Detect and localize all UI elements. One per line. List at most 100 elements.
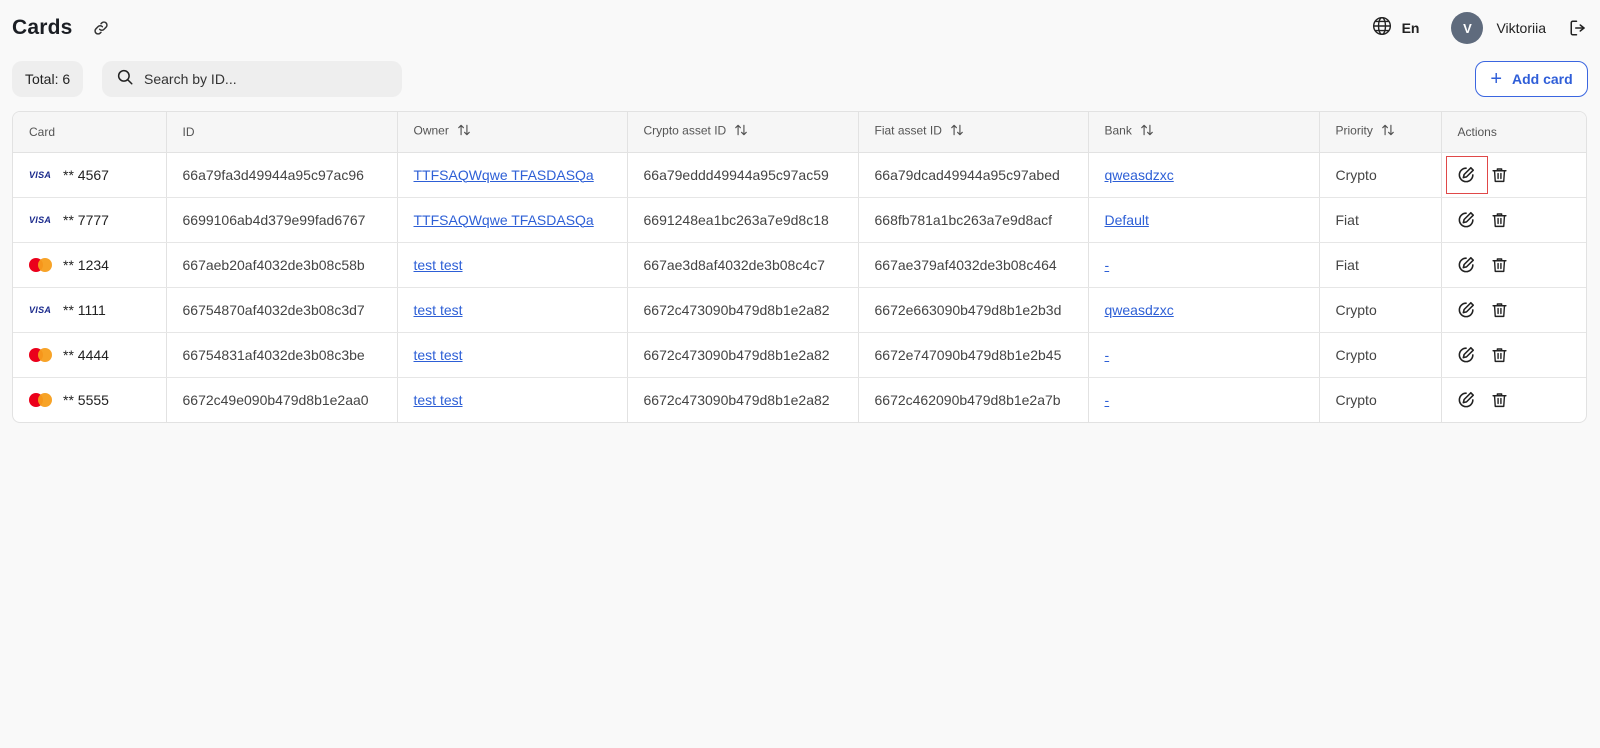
owner-link[interactable]: test test: [414, 347, 463, 363]
plus-icon: +: [1490, 68, 1502, 90]
actions-cell: [1441, 242, 1586, 288]
actions-cell: [1441, 152, 1586, 198]
id-cell: 66754870af4032de3b08c3d7: [166, 287, 398, 333]
trash-icon[interactable]: [1490, 291, 1510, 329]
mastercard-icon: [29, 257, 55, 272]
card-number: ** 1234: [63, 256, 109, 273]
table-row: ** 1234 667aeb20af4032de3b08c58b test test…: [13, 242, 1586, 288]
header-actions: En V Viktoriia: [1372, 12, 1588, 44]
trash-icon[interactable]: [1490, 381, 1510, 419]
card-cell: VISA ** 7777: [13, 197, 167, 243]
visa-logo-text: VISA: [29, 169, 52, 180]
table-row: ** 5555 6672c49e090b479d8b1e2aa0 test test…: [13, 377, 1586, 422]
bank-cell: -: [1088, 242, 1320, 288]
id-cell: 66754831af4032de3b08c3be: [166, 332, 398, 378]
crypto-asset-id-cell: 6691248ea1bc263a7e9d8c18: [627, 197, 859, 243]
trash-icon[interactable]: [1490, 336, 1510, 374]
fiat-asset-id-cell: 6672e747090b479d8b1e2b45: [858, 332, 1089, 378]
owner-link[interactable]: test test: [414, 257, 463, 273]
bank-link[interactable]: qweasdzxc: [1105, 167, 1174, 183]
visa-icon: VISA: [29, 305, 55, 315]
owner-link[interactable]: test test: [414, 392, 463, 408]
crypto-asset-id-cell: 6672c473090b479d8b1e2a82: [627, 377, 859, 422]
search-box[interactable]: [102, 61, 402, 97]
globe-icon: [1372, 16, 1392, 41]
page-header: Cards En V Viktoriia: [12, 12, 1588, 44]
column-header-owner[interactable]: Owner: [397, 112, 628, 153]
table-row: VISA ** 1111 66754870af4032de3b08c3d7 test …: [13, 287, 1586, 333]
visa-icon: VISA: [29, 215, 55, 225]
owner-cell: test test: [397, 242, 628, 288]
language-selector[interactable]: En: [1372, 16, 1420, 41]
priority-cell: Crypto: [1319, 332, 1442, 378]
card-cell: VISA ** 1111: [13, 287, 167, 333]
table-header-row: Card ID Owner Crypto asset ID Fiat asset ID B…: [13, 112, 1586, 153]
card-number: ** 7777: [63, 211, 109, 228]
column-header-crypto-asset-id[interactable]: Crypto asset ID: [627, 112, 859, 153]
sort-icon[interactable]: [1140, 123, 1154, 140]
edit-icon[interactable]: [1446, 201, 1488, 239]
column-header-label: Priority: [1335, 123, 1373, 138]
search-input[interactable]: [144, 71, 384, 87]
edit-icon[interactable]: [1446, 246, 1488, 284]
column-header-label: ID: [182, 124, 195, 139]
table-body: VISA ** 4567 66a79fa3d49944a95c97ac96 TTFSA…: [13, 152, 1586, 422]
column-header-label: Crypto asset ID: [643, 123, 727, 138]
column-header-priority[interactable]: Priority: [1319, 112, 1442, 153]
trash-icon[interactable]: [1490, 156, 1510, 194]
column-header-bank[interactable]: Bank: [1088, 112, 1320, 153]
id-cell: 66a79fa3d49944a95c97ac96: [166, 152, 398, 198]
bank-link[interactable]: -: [1105, 392, 1110, 408]
crypto-asset-id-cell: 6672c473090b479d8b1e2a82: [627, 287, 859, 333]
bank-link[interactable]: -: [1105, 347, 1110, 363]
logout-icon[interactable]: [1568, 18, 1588, 38]
column-header-actions: Actions: [1441, 112, 1586, 153]
card-number: ** 1111: [63, 301, 106, 318]
fiat-asset-id-cell: 6672e663090b479d8b1e2b3d: [858, 287, 1089, 333]
column-header-label: Owner: [413, 123, 449, 138]
actions-cell: [1441, 332, 1586, 378]
edit-icon[interactable]: [1445, 155, 1488, 194]
column-header-label: Bank: [1104, 123, 1132, 138]
crypto-asset-id-cell: 6672c473090b479d8b1e2a82: [627, 332, 859, 378]
actions-cell: [1441, 287, 1586, 333]
trash-icon[interactable]: [1490, 246, 1510, 284]
user-menu[interactable]: V Viktoriia: [1451, 12, 1546, 44]
language-label: En: [1401, 20, 1420, 36]
fiat-asset-id-cell: 66a79dcad49944a95c97abed: [858, 152, 1089, 198]
bank-link[interactable]: Default: [1105, 212, 1149, 228]
actions-cell: [1441, 197, 1586, 243]
card-number: ** 4444: [63, 346, 109, 363]
fiat-asset-id-cell: 668fb781a1bc263a7e9d8acf: [858, 197, 1089, 243]
priority-cell: Crypto: [1319, 377, 1442, 422]
sort-icon[interactable]: [457, 123, 471, 140]
id-cell: 6699106ab4d379e99fad6767: [166, 197, 398, 243]
bank-cell: qweasdzxc: [1088, 152, 1320, 198]
table-row: VISA ** 7777 6699106ab4d379e99fad6767 TTFSA…: [13, 197, 1586, 243]
bank-link[interactable]: qweasdzxc: [1105, 302, 1174, 318]
edit-icon[interactable]: [1446, 381, 1488, 419]
priority-cell: Fiat: [1319, 242, 1442, 288]
bank-cell: -: [1088, 377, 1320, 422]
edit-icon[interactable]: [1446, 291, 1488, 329]
sort-icon[interactable]: [1381, 123, 1395, 140]
bank-link[interactable]: -: [1105, 257, 1110, 273]
owner-link[interactable]: test test: [414, 302, 463, 318]
sort-icon[interactable]: [734, 123, 748, 140]
mastercard-icon: [29, 392, 55, 407]
add-card-button[interactable]: + Add card: [1475, 61, 1588, 97]
owner-link[interactable]: TTFSAQWqwe TFASDASQa: [414, 212, 594, 228]
bank-cell: -: [1088, 332, 1320, 378]
edit-icon[interactable]: [1446, 336, 1488, 374]
owner-link[interactable]: TTFSAQWqwe TFASDASQa: [414, 167, 594, 183]
total-count-badge: Total: 6: [12, 61, 84, 97]
card-cell: VISA ** 4567: [13, 152, 167, 198]
crypto-asset-id-cell: 667ae3d8af4032de3b08c4c7: [627, 242, 859, 288]
visa-icon: VISA: [29, 170, 55, 180]
column-header-fiat-asset-id[interactable]: Fiat asset ID: [858, 112, 1089, 153]
sort-icon[interactable]: [950, 123, 964, 140]
priority-cell: Crypto: [1319, 287, 1442, 333]
link-icon[interactable]: [91, 18, 111, 38]
bank-cell: qweasdzxc: [1088, 287, 1320, 333]
trash-icon[interactable]: [1490, 201, 1510, 239]
